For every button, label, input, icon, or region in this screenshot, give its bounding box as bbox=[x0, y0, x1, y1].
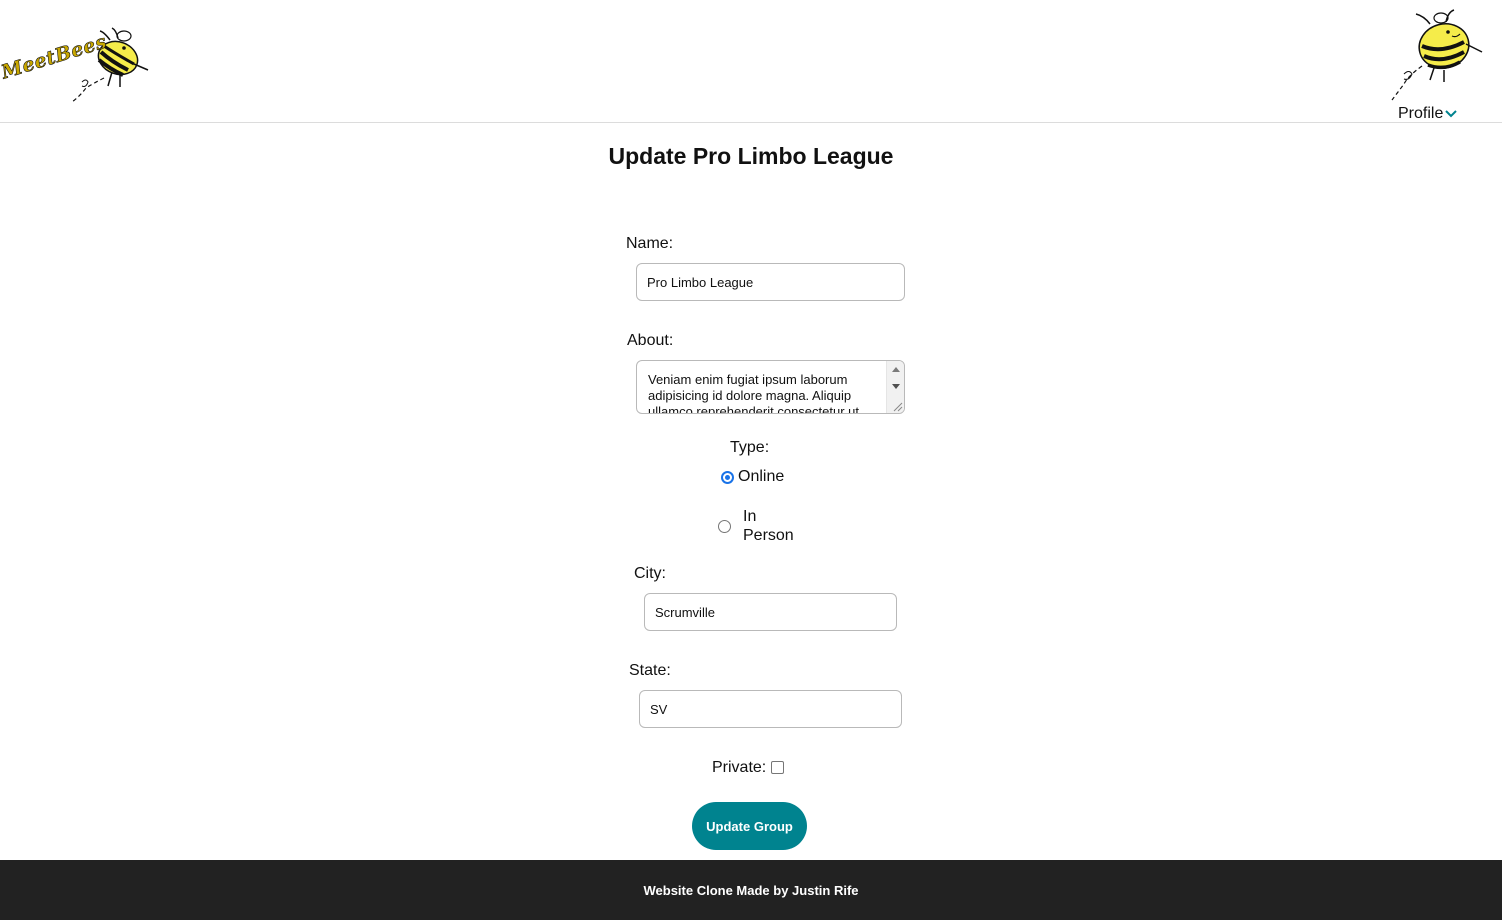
profile-label: Profile bbox=[1398, 105, 1444, 122]
online-label: Online bbox=[738, 468, 785, 485]
in-person-label: In Person bbox=[743, 507, 794, 545]
profile-button[interactable]: Profile bbox=[1398, 104, 1458, 124]
update-group-button[interactable]: Update Group bbox=[692, 802, 807, 850]
type-label: Type: bbox=[730, 439, 770, 456]
chevron-down-icon bbox=[1445, 110, 1458, 118]
scroll-down-icon[interactable] bbox=[892, 384, 900, 389]
site-footer: Website Clone Made by Justin Rife bbox=[0, 860, 1502, 920]
resize-grip-icon[interactable] bbox=[891, 400, 903, 412]
about-scrollbar[interactable] bbox=[886, 361, 904, 413]
type-option-online[interactable]: Online bbox=[721, 468, 784, 486]
private-checkbox[interactable] bbox=[771, 761, 784, 774]
in-person-label-line2: Person bbox=[743, 527, 794, 544]
private-label: Private: bbox=[712, 759, 767, 776]
profile-menu[interactable]: Profile bbox=[1386, 4, 1496, 122]
state-label: State: bbox=[629, 662, 671, 679]
in-person-label-line1: In bbox=[743, 508, 757, 525]
name-input[interactable] bbox=[636, 263, 905, 301]
type-option-in-person[interactable]: In Person bbox=[718, 507, 794, 545]
meetbees-logo[interactable]: MeetBees bbox=[0, 22, 155, 110]
city-label: City: bbox=[634, 565, 666, 582]
state-input[interactable] bbox=[639, 690, 902, 728]
bee-avatar-icon bbox=[1391, 9, 1483, 101]
scroll-up-icon[interactable] bbox=[892, 367, 900, 372]
city-input[interactable] bbox=[644, 593, 897, 631]
about-textarea[interactable]: Veniam enim fugiat ipsum laborum adipisi… bbox=[637, 361, 887, 413]
site-header: MeetBees Profile bbox=[0, 0, 1502, 123]
about-label: About: bbox=[627, 332, 674, 349]
online-radio[interactable] bbox=[721, 470, 734, 484]
footer-credit: Website Clone Made by Justin Rife bbox=[643, 882, 859, 898]
about-textarea-wrapper: Veniam enim fugiat ipsum laborum adipisi… bbox=[636, 360, 905, 414]
page-title: Update Pro Limbo League bbox=[608, 143, 894, 169]
in-person-radio[interactable] bbox=[718, 519, 731, 533]
name-label: Name: bbox=[626, 235, 674, 252]
